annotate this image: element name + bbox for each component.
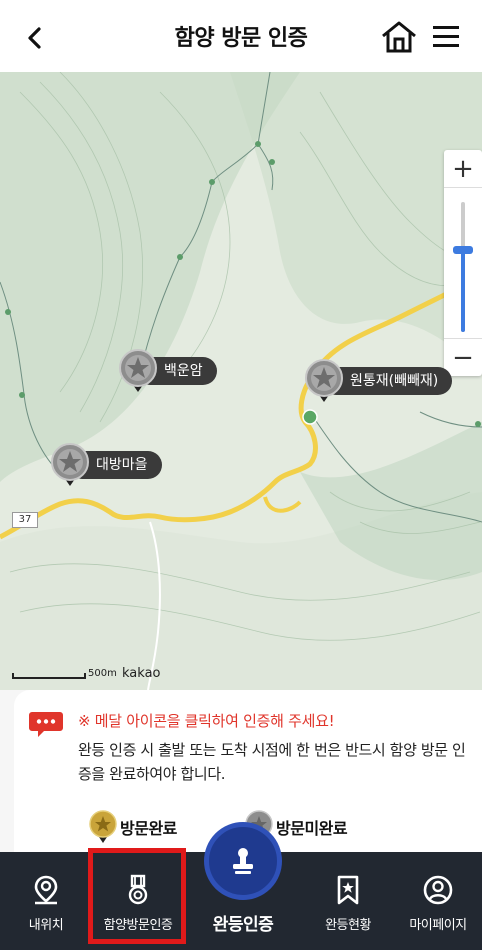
medal-marker-wontongjae[interactable]: 원통재(빼빼재)	[304, 358, 453, 404]
zoom-in-button[interactable]: +	[444, 150, 482, 188]
user-circle-icon	[423, 875, 453, 905]
medal-silver-icon	[119, 349, 157, 392]
route-number-badge: 37	[12, 512, 38, 528]
zoom-out-button[interactable]: −	[444, 338, 482, 376]
chat-bubble-icon	[29, 712, 63, 737]
menu-button[interactable]	[430, 22, 462, 52]
medal-silver-icon	[51, 443, 89, 486]
app-header: 함양 방문 인증	[0, 0, 482, 72]
zoom-slider-handle[interactable]	[453, 246, 473, 254]
medal-silver-icon	[305, 359, 343, 402]
map-provider-logo: kakao	[122, 666, 161, 681]
stamp-icon	[233, 848, 253, 874]
scale-bar	[12, 673, 86, 679]
summit-certify-label: 완등인증	[212, 915, 274, 935]
medal-marker-daebang[interactable]: 대방마을	[50, 442, 162, 488]
notice-body: 완등 인증 시 출발 또는 도착 시점에 한 번은 반드시 함양 방문 인증을 …	[78, 741, 466, 783]
medal-gold-icon	[89, 810, 117, 843]
map-view[interactable]: 백운암 원통재(빼빼재) 대방마을 37 + − 500m kakao	[0, 72, 482, 690]
nav-item-summit-status[interactable]: 완등현황	[302, 852, 394, 950]
summit-certify-button[interactable]	[204, 822, 282, 900]
nav-label: 내위치	[28, 918, 64, 933]
hamburger-menu-icon	[433, 26, 459, 47]
zoom-level-fill	[461, 250, 465, 332]
nav-item-my-location[interactable]: 내위치	[0, 852, 92, 950]
zoom-control: + −	[444, 150, 482, 376]
legend-visited: 방문완료	[88, 810, 177, 844]
map-scale: 500m	[12, 668, 117, 679]
location-pin-icon	[34, 875, 58, 905]
selected-tab-highlight	[88, 848, 186, 944]
nav-label: 마이페이지	[409, 918, 467, 933]
scale-label: 500m	[88, 668, 117, 679]
legend-not-visited-label: 방문미완료	[276, 819, 348, 838]
bookmark-star-icon	[337, 875, 359, 905]
legend-visited-label: 방문완료	[120, 819, 177, 838]
medal-marker-baegunam[interactable]: 백운암	[118, 348, 217, 394]
notice-title: ※ 메달 아이콘을 클릭하여 인증해 주세요!	[78, 712, 335, 730]
home-button[interactable]	[380, 20, 418, 54]
home-icon	[382, 21, 416, 53]
nav-item-my-page[interactable]: 마이페이지	[394, 852, 482, 950]
nav-label: 완등현황	[325, 918, 371, 933]
